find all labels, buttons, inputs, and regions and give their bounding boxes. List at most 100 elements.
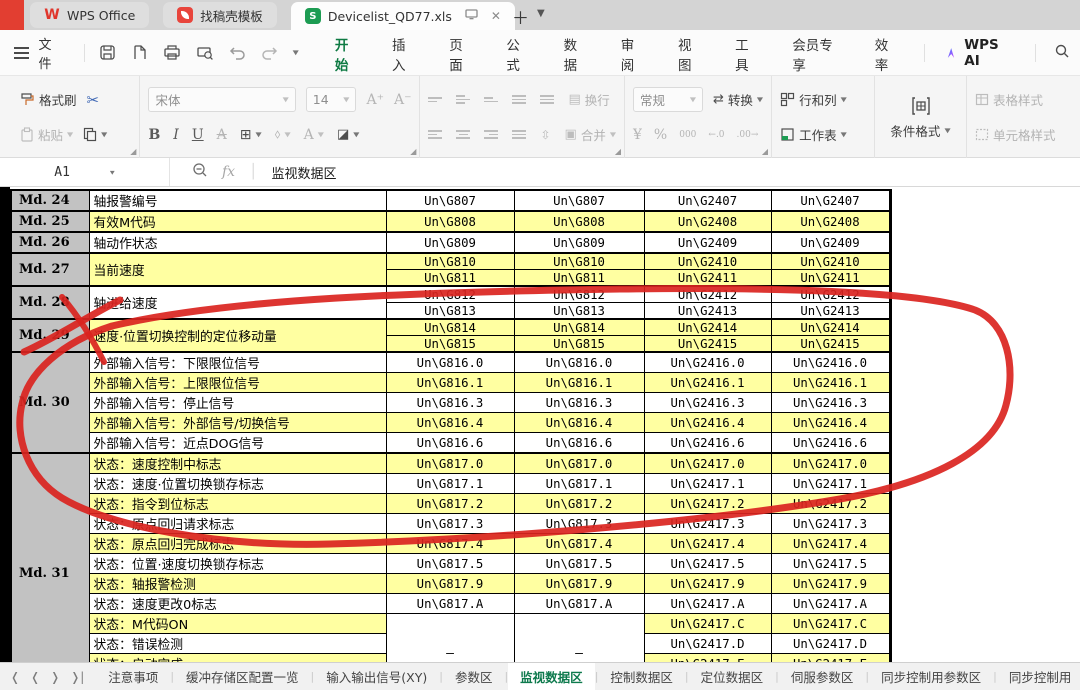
value-cell[interactable]: Un\G2417.0 [644, 453, 771, 474]
merged-dash-cell[interactable]: – [386, 614, 514, 663]
value-cell[interactable]: Un\G2417.E [644, 654, 771, 663]
value-cell[interactable]: Un\G814 [514, 319, 644, 336]
value-cell[interactable]: Un\G808 [386, 211, 514, 232]
fill-color-button[interactable]: ⬨▼ [275, 127, 291, 142]
sheet-tab-监视数据区[interactable]: 监视数据区 [508, 663, 595, 690]
decrease-decimal-button[interactable]: ←.0 [708, 130, 724, 140]
value-cell[interactable]: Un\G816.1 [386, 373, 514, 393]
value-cell[interactable]: Un\G2410 [771, 253, 890, 270]
row-label-cell[interactable]: Md. 30 [11, 352, 89, 453]
value-cell[interactable]: Un\G2417.C [644, 614, 771, 634]
value-cell[interactable]: Un\G2416.1 [644, 373, 771, 393]
last-sheet-icon[interactable]: ❭| [70, 670, 84, 684]
value-cell[interactable]: Un\G2417.1 [644, 474, 771, 494]
sheet-tab-注意事项[interactable]: 注意事项 [96, 663, 170, 690]
increase-font-button[interactable]: A⁺ [366, 92, 384, 108]
align-middle-icon[interactable] [456, 95, 470, 104]
value-cell[interactable]: Un\G816.6 [514, 433, 644, 454]
sheet-tab-同步控制用参数区[interactable]: 同步控制用参数区 [869, 663, 993, 690]
value-cell[interactable]: Un\G2417.3 [771, 514, 890, 534]
copy-button[interactable]: ▼ [83, 127, 107, 142]
description-cell[interactable]: 外部输入信号：上限限位信号 [89, 373, 386, 393]
value-cell[interactable]: Un\G2417.4 [644, 534, 771, 554]
value-cell[interactable]: Un\G816.3 [386, 393, 514, 413]
decrease-font-button[interactable]: A⁻ [394, 92, 412, 108]
value-cell[interactable]: Un\G2413 [771, 303, 890, 320]
value-cell[interactable]: Un\G2416.4 [644, 413, 771, 433]
description-cell[interactable]: 外部输入信号：停止信号 [89, 393, 386, 413]
menu-tab-视图[interactable]: 视图 [662, 22, 719, 84]
value-cell[interactable]: Un\G810 [386, 253, 514, 270]
value-cell[interactable]: Un\G2417.4 [771, 534, 890, 554]
first-sheet-icon[interactable]: ❬ [10, 670, 20, 684]
value-cell[interactable]: Un\G2417.2 [644, 494, 771, 514]
description-cell[interactable]: 状态：轴报警检测 [89, 574, 386, 594]
font-color-button[interactable]: A▼ [304, 127, 324, 143]
clipboard-dialog-launcher[interactable]: ◢ [130, 147, 136, 156]
description-cell[interactable]: 状态：速度控制中标志 [89, 453, 386, 474]
wrap-text-button[interactable]: ▤换行 [568, 90, 609, 109]
borders-button[interactable]: ⊞▼ [240, 127, 262, 143]
decrease-indent-icon[interactable] [512, 95, 526, 104]
undo-icon[interactable] [229, 45, 246, 60]
description-cell[interactable]: 状态：M代码ON [89, 614, 386, 634]
value-cell[interactable]: Un\G816.4 [514, 413, 644, 433]
row-label-cell[interactable]: Md. 31 [11, 453, 89, 662]
value-cell[interactable]: Un\G811 [386, 270, 514, 287]
number-format-select[interactable]: 常规▼ [633, 87, 703, 112]
description-cell[interactable]: 状态：位置·速度切换锁存标志 [89, 554, 386, 574]
value-cell[interactable]: Un\G2415 [644, 336, 771, 353]
thousands-button[interactable]: 000 [679, 130, 696, 140]
value-cell[interactable]: Un\G2416.6 [771, 433, 890, 454]
description-cell[interactable]: 当前速度 [89, 253, 386, 286]
description-cell[interactable]: 状态：指令到位标志 [89, 494, 386, 514]
value-cell[interactable]: Un\G2417.9 [771, 574, 890, 594]
description-cell[interactable]: 状态：速度更改0标志 [89, 594, 386, 614]
eraser-button[interactable]: ◪▼ [337, 127, 359, 142]
merge-cells-button[interactable]: ▣合并▼ [565, 125, 616, 144]
description-cell[interactable]: 轴进给速度 [89, 286, 386, 319]
value-cell[interactable]: Un\G817.A [514, 594, 644, 614]
save-icon[interactable] [99, 44, 116, 61]
value-cell[interactable]: Un\G2417.5 [771, 554, 890, 574]
browser-tab-wps-office[interactable]: W WPS Office [30, 2, 149, 28]
value-cell[interactable]: Un\G817.3 [514, 514, 644, 534]
description-cell[interactable]: 状态：启动完成 [89, 654, 386, 663]
value-cell[interactable]: Un\G815 [386, 336, 514, 353]
cut-button[interactable]: ✂ [87, 91, 100, 109]
name-box[interactable]: A1 ▼ [0, 158, 170, 186]
row-label-cell[interactable]: Md. 29 [11, 319, 89, 352]
value-cell[interactable]: Un\G2417.D [771, 634, 890, 654]
value-cell[interactable]: Un\G2411 [771, 270, 890, 287]
value-cell[interactable]: Un\G2407 [771, 190, 890, 211]
formula-content[interactable]: 监视数据区 [272, 163, 337, 182]
sheet-tab-定位数据区[interactable]: 定位数据区 [689, 663, 776, 690]
value-cell[interactable]: Un\G2411 [644, 270, 771, 287]
value-cell[interactable]: Un\G817.0 [386, 453, 514, 474]
value-cell[interactable]: Un\G812 [386, 286, 514, 303]
value-cell[interactable]: Un\G817.0 [514, 453, 644, 474]
value-cell[interactable]: Un\G807 [386, 190, 514, 211]
sheet-tab-参数区[interactable]: 参数区 [443, 663, 505, 690]
description-cell[interactable]: 外部输入信号：近点DOG信号 [89, 433, 386, 454]
insert-function-icon[interactable]: fx [222, 164, 235, 180]
format-painter-button[interactable]: 格式刷 [20, 90, 77, 109]
align-justify-icon[interactable] [512, 130, 526, 139]
row-label-cell[interactable]: Md. 27 [11, 253, 89, 286]
font-name-select[interactable]: 宋体▼ [148, 87, 295, 112]
value-cell[interactable]: Un\G2417.C [771, 614, 890, 634]
value-cell[interactable]: Un\G2413 [644, 303, 771, 320]
hamburger-icon[interactable] [14, 47, 29, 59]
description-cell[interactable]: 状态：错误检测 [89, 634, 386, 654]
align-top-icon[interactable] [428, 97, 442, 102]
description-cell[interactable]: 速度·位置切换控制的定位移动量 [89, 319, 386, 352]
value-cell[interactable]: Un\G813 [386, 303, 514, 320]
align-center-icon[interactable] [456, 130, 470, 139]
value-cell[interactable]: Un\G809 [514, 232, 644, 253]
conditional-format-button[interactable]: 条件格式▼ [883, 95, 958, 140]
menu-tab-开始[interactable]: 开始 [319, 22, 376, 84]
value-cell[interactable]: Un\G816.6 [386, 433, 514, 454]
sheet-tab-同步控制用[interactable]: 同步控制用 [997, 663, 1080, 690]
increase-decimal-button[interactable]: .00→ [737, 130, 759, 140]
redo-icon[interactable] [261, 45, 278, 60]
